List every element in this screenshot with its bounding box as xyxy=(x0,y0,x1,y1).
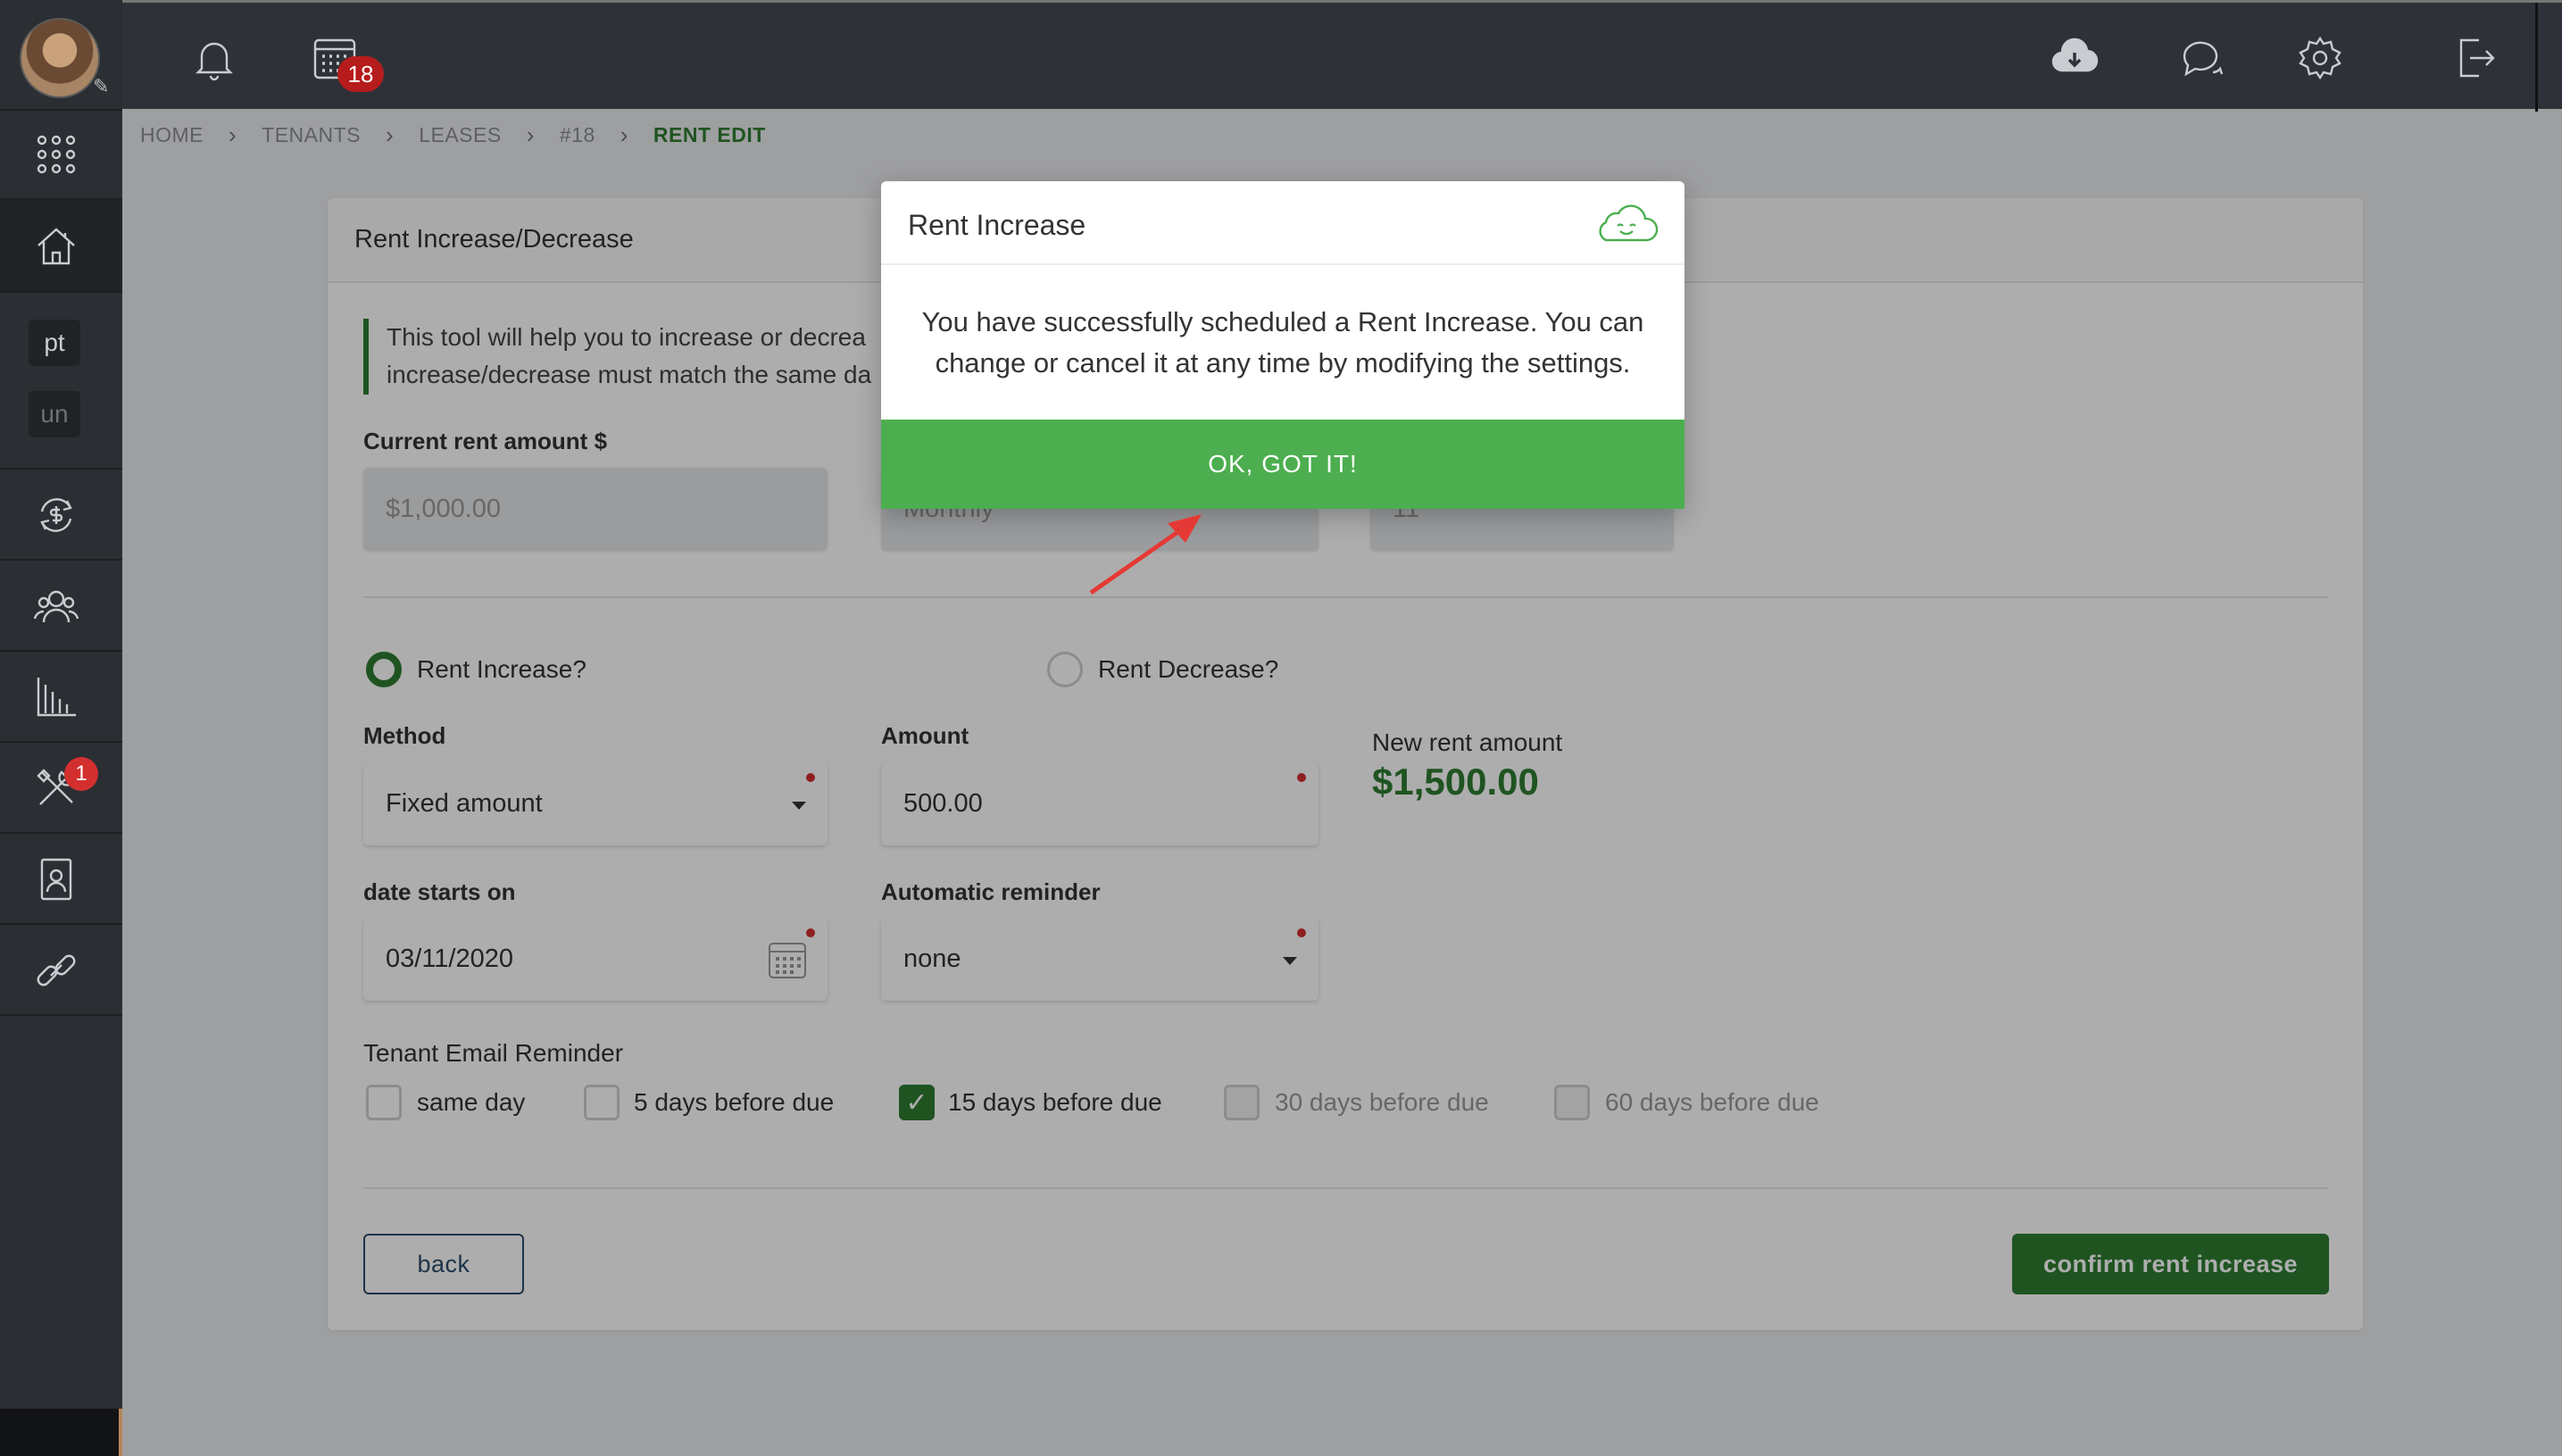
support-headset-icon[interactable] xyxy=(0,1409,119,1456)
sidebar-divider xyxy=(0,923,122,925)
sidebar-divider xyxy=(0,291,122,293)
chat-icon[interactable] xyxy=(2175,31,2229,85)
sidebar-divider xyxy=(0,109,122,111)
bell-icon[interactable] xyxy=(187,31,241,85)
sidebar-divider xyxy=(0,832,122,834)
dialog-header: Rent Increase xyxy=(881,181,1684,265)
reports-chart-icon[interactable] xyxy=(32,673,80,721)
link-icon[interactable] xyxy=(32,946,80,994)
sidebar-chip-pt[interactable]: pt xyxy=(29,320,80,366)
payments-cycle-icon[interactable] xyxy=(32,491,80,539)
sidebar-divider xyxy=(0,741,122,743)
sidebar-divider xyxy=(0,559,122,561)
dialog-message-line-2: change or cancel it at any time by modif… xyxy=(935,347,1631,379)
dialog-message: You have successfully scheduled a Rent I… xyxy=(908,302,1658,384)
gear-icon[interactable] xyxy=(2293,31,2347,85)
logout-icon[interactable] xyxy=(2449,31,2502,85)
red-arrow-annotation xyxy=(1089,514,1202,595)
sidebar-divider xyxy=(0,1014,122,1016)
sidebar-divider xyxy=(0,650,122,652)
pin-icon[interactable]: ✎ xyxy=(93,75,109,98)
notification-count-badge: 18 xyxy=(337,56,384,92)
dialog-message-line-1: You have successfully scheduled a Rent I… xyxy=(921,306,1644,337)
smiling-cloud-icon xyxy=(1599,204,1659,242)
apps-grid-icon[interactable] xyxy=(32,130,80,179)
home-icon[interactable] xyxy=(32,221,80,270)
sidebar-chip-un[interactable]: un xyxy=(29,391,80,437)
top-bar: 18 xyxy=(122,0,2562,112)
avatar[interactable] xyxy=(20,18,100,98)
ok-got-it-button[interactable]: OK, GOT IT! xyxy=(881,420,1684,509)
dialog-title: Rent Increase xyxy=(908,209,1086,241)
tenant-document-icon[interactable] xyxy=(32,855,80,903)
sidebar-divider xyxy=(0,468,122,470)
topbar-divider xyxy=(2535,3,2538,112)
cloud-download-icon[interactable] xyxy=(2048,31,2101,85)
sidebar: ✎ pt un 1 xyxy=(0,0,122,1456)
rent-increase-dialog: Rent Increase You have successfully sche… xyxy=(881,181,1684,509)
tenants-group-icon[interactable] xyxy=(32,582,80,630)
tools-notification-badge: 1 xyxy=(64,757,98,791)
